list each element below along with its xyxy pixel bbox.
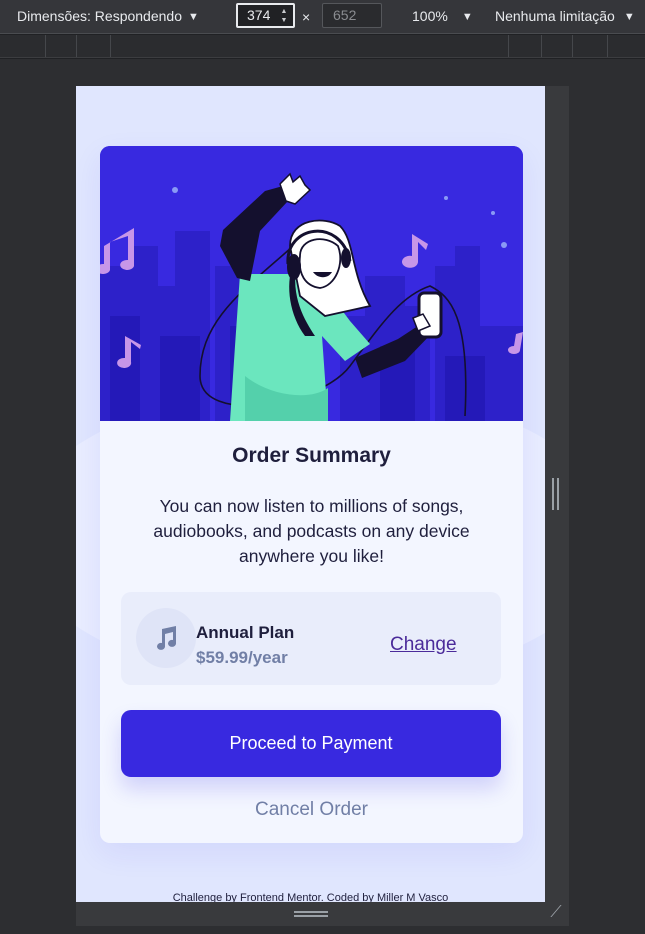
media-query-ruler[interactable] xyxy=(0,35,645,58)
plan-name: Annual Plan xyxy=(196,623,295,642)
zoom-label: 100% xyxy=(412,8,448,24)
resize-corner-icon[interactable]: ⟋ xyxy=(547,904,565,922)
height-input[interactable]: 652 xyxy=(322,3,382,28)
order-summary-card: Order Summary You can now listen to mill… xyxy=(100,146,523,843)
width-input[interactable]: 374 ▲ ▼ xyxy=(236,3,295,28)
side-resize-handle[interactable] xyxy=(552,478,560,510)
devtools-toolbar: Dimensões: Respondendo ▼ 374 ▲ ▼ × 652 10… xyxy=(0,0,645,34)
device-viewport: Order Summary You can now listen to mill… xyxy=(76,86,545,902)
spin-up-icon[interactable]: ▲ xyxy=(279,7,289,16)
hero-illustration xyxy=(100,146,523,421)
summary-description: You can now listen to millions of songs,… xyxy=(153,496,470,566)
width-value: 374 xyxy=(247,7,271,23)
chevron-down-icon: ▼ xyxy=(188,11,199,23)
cancel-order-button[interactable]: Cancel Order xyxy=(100,799,523,821)
page-title: Order Summary xyxy=(232,444,391,467)
dimension-separator: × xyxy=(302,9,311,25)
plan-summary-box: Annual Plan $59.99/year Change xyxy=(121,592,501,685)
dimensions-dropdown[interactable]: Dimensões: Respondendo ▼ xyxy=(17,0,199,34)
attribution-footer: Challenge by Frontend Mentor. Coded by M… xyxy=(172,892,449,902)
throttle-label: Nenhuma limitação xyxy=(495,8,615,24)
throttle-dropdown[interactable]: Nenhuma limitação ▼ xyxy=(495,0,635,34)
proceed-to-payment-button[interactable]: Proceed to Payment xyxy=(121,710,501,777)
zoom-dropdown[interactable]: 100% ▼ xyxy=(412,0,473,34)
dancing-person-illustration xyxy=(100,146,523,421)
width-spinner[interactable]: ▲ ▼ xyxy=(279,7,289,25)
plan-price: $59.99/year xyxy=(196,648,288,667)
spin-down-icon[interactable]: ▼ xyxy=(279,16,289,25)
change-plan-link[interactable]: Change xyxy=(390,634,457,656)
chevron-down-icon: ▼ xyxy=(623,11,635,23)
chevron-down-icon: ▼ xyxy=(461,11,473,23)
grip-icon xyxy=(294,911,328,917)
music-note-icon xyxy=(136,608,196,668)
dimensions-label: Dimensões: Respondendo xyxy=(17,8,182,24)
bottom-resize-handle[interactable] xyxy=(76,902,569,926)
